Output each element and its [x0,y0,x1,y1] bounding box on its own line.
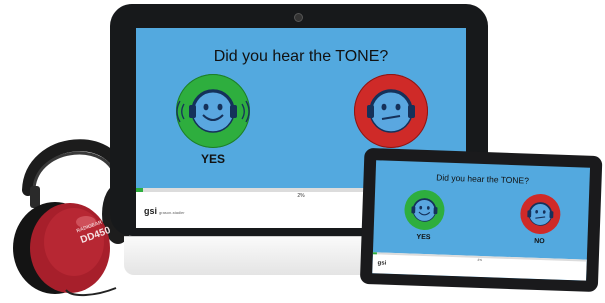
smiley-headphones-icon [411,198,438,222]
tone-question: Did you hear the TONE? [213,48,389,65]
tablet-yes-label: YES [416,233,431,242]
yes-button[interactable] [176,74,250,148]
progress-bar-fill [136,188,143,192]
tablet-device: Did you hear the TONE? YES NO 2% gsi [359,147,605,300]
no-button[interactable] [354,74,428,148]
tablet-gsi-logo: gsi [377,260,387,267]
gsi-logo: gsi grason-stadler [144,206,185,216]
tablet-footer: 2% gsi [372,252,587,281]
gsi-logo-subtext: grason-stadler [159,210,185,215]
tablet-no-button[interactable] [519,193,562,235]
neutral-face-headphones-icon [527,202,554,226]
tablet-no-label: NO [534,237,545,246]
tablet-yes-button[interactable] [403,189,446,231]
neutral-face-headphones-icon [367,89,415,133]
gsi-logo-text: gsi [144,206,158,216]
tablet-tone-question: Did you hear the TONE? [436,172,530,186]
yes-label: YES [200,152,225,166]
smiley-headphones-icon [176,89,250,133]
webcam-icon [294,13,303,22]
tablet-screen: Did you hear the TONE? YES NO 2% gsi [372,160,591,281]
tablet-bezel: Did you hear the TONE? YES NO 2% gsi [359,147,603,293]
